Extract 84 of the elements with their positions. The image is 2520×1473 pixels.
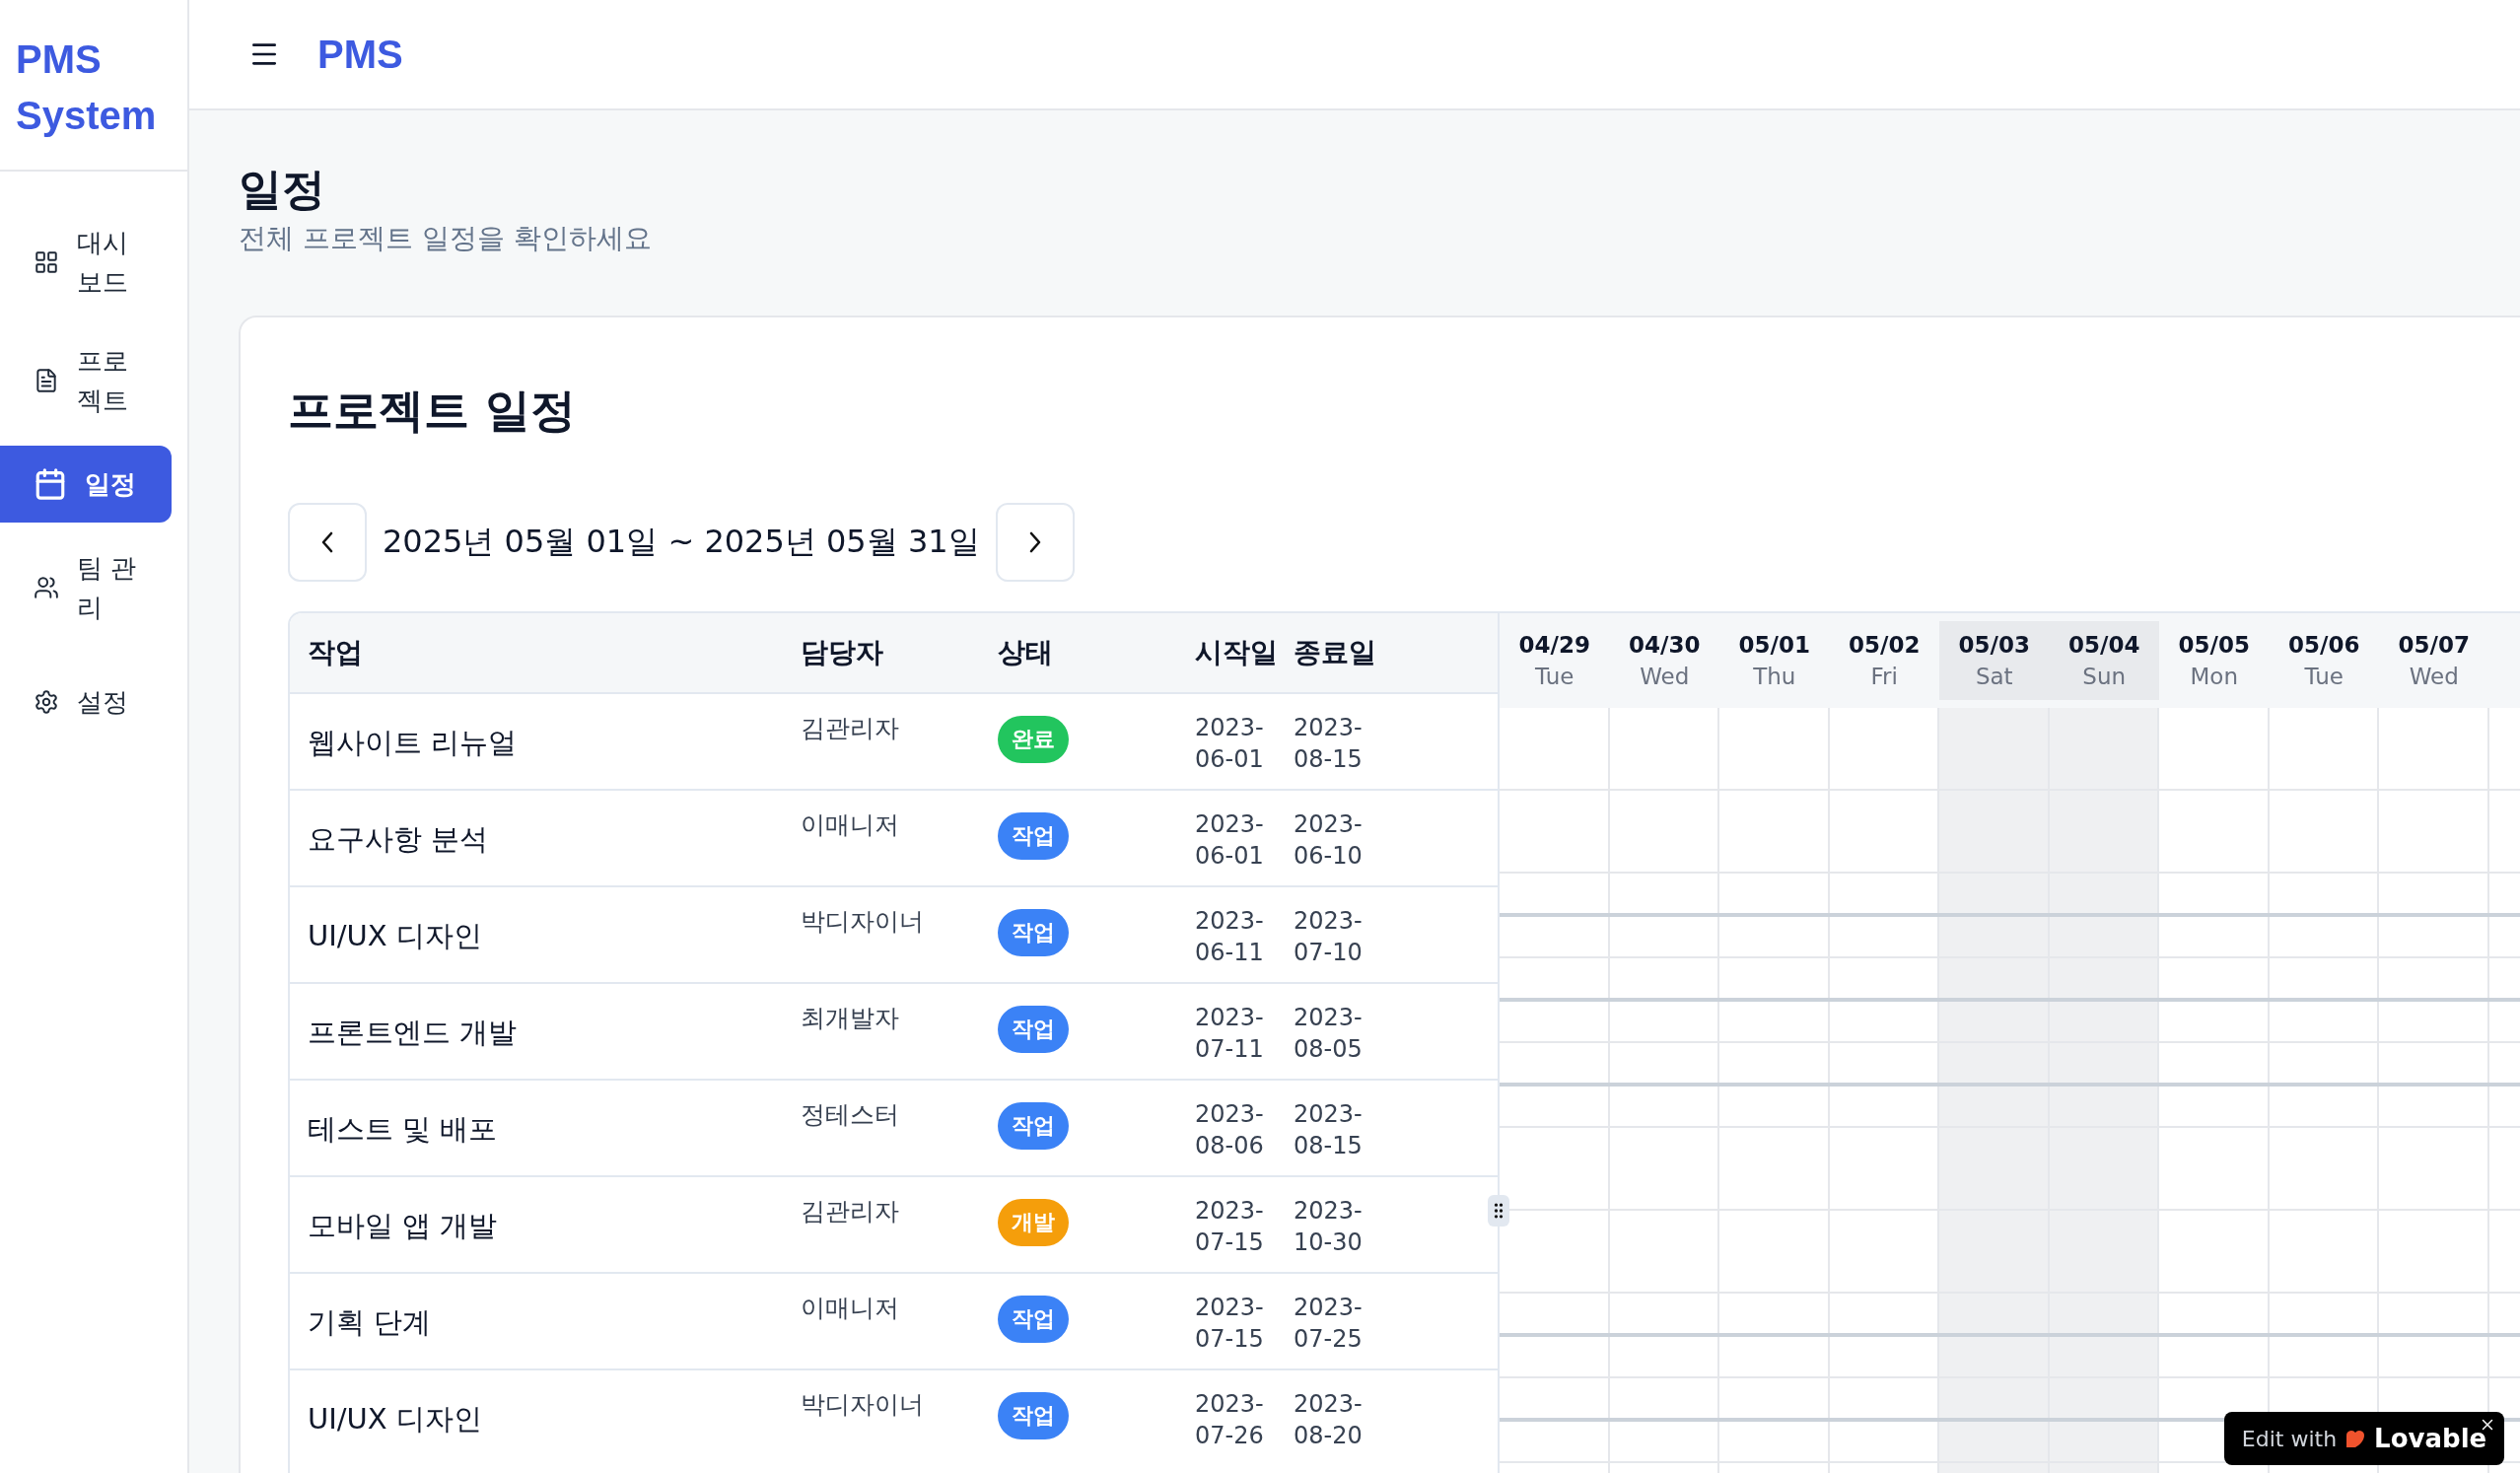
sidebar-item[interactable]: 팀 관리 <box>0 534 172 641</box>
column-header: 담당자 <box>801 635 884 670</box>
start-date: 2023-07-26 <box>1195 1389 1265 1451</box>
column-header: 작업 <box>308 635 364 670</box>
status-tag: 작업 <box>998 812 1069 860</box>
assignee: 이매니저 <box>801 1293 900 1324</box>
end-date: 2023-08-05 <box>1294 1003 1364 1065</box>
task-name: UI/UX 디자인 <box>308 918 483 954</box>
task-name: 기획 단계 <box>308 1304 433 1341</box>
day-name: Wed <box>2409 663 2459 691</box>
heart-logo-icon <box>2345 1428 2367 1449</box>
day-name: Wed <box>1640 663 1690 691</box>
header-title: PMS <box>317 32 403 77</box>
page-title: 일정 <box>239 163 326 216</box>
task-name: 테스트 및 배포 <box>308 1111 499 1148</box>
start-date: 2023-06-01 <box>1195 713 1265 775</box>
status-tag: 완료 <box>998 716 1069 763</box>
assignee: 정테스터 <box>801 1099 900 1131</box>
column-header: 시작일 <box>1195 635 1279 670</box>
assignee: 김관리자 <box>801 713 900 744</box>
sidebar-item[interactable]: 설정 <box>0 653 172 751</box>
chevron-right-icon <box>1028 531 1041 553</box>
day-name: Thu <box>1753 663 1796 691</box>
end-date: 2023-10-30 <box>1294 1196 1364 1258</box>
end-date: 2023-08-15 <box>1294 713 1364 775</box>
end-date: 2023-08-15 <box>1294 1099 1364 1161</box>
document-icon <box>34 368 59 393</box>
end-date: 2023-06-10 <box>1294 809 1364 872</box>
date-range: 2025년 05월 01일 ~ 2025년 05월 31일 <box>383 522 980 562</box>
start-date: 2023-08-06 <box>1195 1099 1265 1161</box>
users-icon <box>34 575 59 600</box>
day-date: 05/02 <box>1849 631 1921 660</box>
page-subtitle: 전체 프로젝트 일정을 확인하세요 <box>239 221 653 256</box>
column-header: 상태 <box>998 635 1054 670</box>
status-tag: 작업 <box>998 1102 1069 1150</box>
edit-with-lovable-badge[interactable]: Edit with Lovable <box>2224 1412 2504 1465</box>
start-date: 2023-07-11 <box>1195 1003 1265 1065</box>
start-date: 2023-07-15 <box>1195 1293 1265 1355</box>
app-logo: PMS System <box>0 0 187 172</box>
day-name: Tue <box>2304 663 2344 691</box>
sidebar-item[interactable]: 일정 <box>0 446 172 523</box>
chevron-left-icon <box>321 531 333 553</box>
start-date: 2023-06-01 <box>1195 809 1265 872</box>
start-date: 2023-07-15 <box>1195 1196 1265 1258</box>
day-date: 05/04 <box>2068 631 2140 660</box>
task-name: 웹사이트 리뉴얼 <box>308 725 519 761</box>
end-date: 2023-07-10 <box>1294 906 1364 968</box>
status-tag: 작업 <box>998 909 1069 956</box>
end-date: 2023-07-25 <box>1294 1293 1364 1355</box>
task-name: 프론트엔드 개발 <box>308 1015 519 1051</box>
day-date: 05/03 <box>1958 631 2030 660</box>
day-date: 04/29 <box>1518 631 1590 660</box>
status-tag: 개발 <box>998 1199 1069 1246</box>
task-name: 요구사항 분석 <box>308 821 490 858</box>
resize-handle[interactable] <box>1488 1195 1509 1227</box>
status-tag: 작업 <box>998 1006 1069 1053</box>
day-name: Sun <box>2082 663 2127 691</box>
day-name: Tue <box>1535 663 1575 691</box>
settings-icon <box>34 689 59 715</box>
day-date: 05/05 <box>2178 631 2250 660</box>
sidebar-item[interactable]: 대시보드 <box>0 209 172 316</box>
assignee: 박디자이너 <box>801 1389 925 1421</box>
task-name: UI/UX 디자인 <box>308 1401 483 1438</box>
column-header: 종료일 <box>1294 635 1377 670</box>
assignee: 이매니저 <box>801 809 900 841</box>
task-name: 모바일 앱 개발 <box>308 1208 499 1244</box>
assignee: 최개발자 <box>801 1003 900 1034</box>
assignee: 김관리자 <box>801 1196 900 1228</box>
end-date: 2023-08-20 <box>1294 1389 1364 1451</box>
day-date: 05/06 <box>2288 631 2360 660</box>
day-name: Sat <box>1975 663 2013 691</box>
sidebar-item[interactable]: 프로젝트 <box>0 327 172 434</box>
calendar-icon <box>34 467 67 501</box>
day-date: 05/07 <box>2398 631 2470 660</box>
status-tag: 작업 <box>998 1296 1069 1343</box>
start-date: 2023-06-11 <box>1195 906 1265 968</box>
day-name: Fri <box>1870 663 1898 691</box>
assignee: 박디자이너 <box>801 906 925 938</box>
day-date: 04/30 <box>1629 631 1701 660</box>
status-tag: 작업 <box>998 1392 1069 1439</box>
day-name: Mon <box>2190 663 2238 691</box>
dashboard-icon <box>34 249 59 275</box>
card-title: 프로젝트 일정 <box>288 383 577 439</box>
day-date: 05/01 <box>1738 631 1810 660</box>
